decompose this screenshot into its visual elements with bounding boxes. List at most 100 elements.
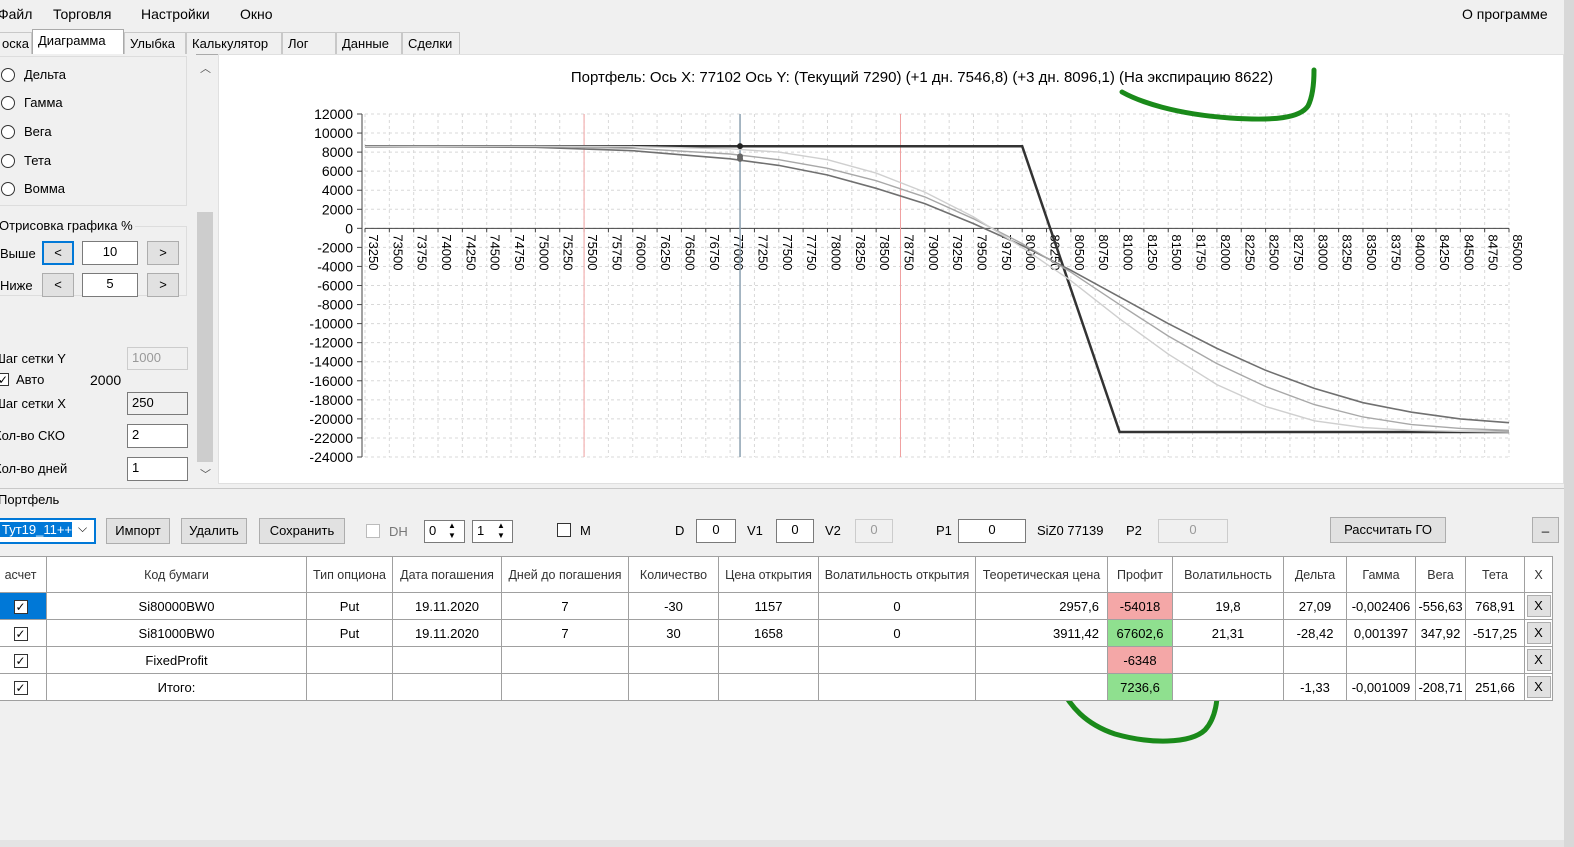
cell-profit[interactable]: -6348 xyxy=(1107,646,1173,674)
cell-price[interactable] xyxy=(718,673,819,701)
calc-checkbox-cell[interactable]: ✓ xyxy=(0,619,47,647)
radio-vega[interactable] xyxy=(1,125,15,139)
col-type[interactable]: Тип опциона xyxy=(306,556,393,593)
cell-qty[interactable] xyxy=(628,673,719,701)
save-button[interactable]: Сохранить xyxy=(259,518,345,544)
cell-delta[interactable]: -28,42 xyxy=(1283,619,1347,647)
d-input[interactable]: 0 xyxy=(696,519,736,543)
col-vega[interactable]: Вега xyxy=(1415,556,1466,593)
cell-theo[interactable]: 3911,42 xyxy=(975,619,1108,647)
auto-checkbox[interactable]: ✓ xyxy=(0,373,9,386)
radio-vomma[interactable] xyxy=(1,182,15,196)
remove-row-button[interactable]: X xyxy=(1526,595,1551,617)
col-theo[interactable]: Теоретическая цена xyxy=(975,556,1108,593)
calc-checkbox-cell[interactable]: ✓ xyxy=(0,646,47,674)
below-input[interactable]: 5 xyxy=(82,273,138,297)
scroll-down-icon[interactable]: ﹀ xyxy=(200,466,211,482)
cell-type[interactable] xyxy=(306,673,393,701)
above-increase-button[interactable]: > xyxy=(147,241,179,265)
cell-vol-open[interactable] xyxy=(818,646,976,674)
cell-vega[interactable] xyxy=(1415,646,1466,674)
left-scrollbar[interactable]: ︿ ﹀ xyxy=(196,58,214,484)
calc-checkbox[interactable]: ✓ xyxy=(13,599,28,614)
calc-checkbox[interactable]: ✓ xyxy=(13,653,28,668)
cell-gamma[interactable]: -0,001009 xyxy=(1346,673,1416,701)
cell-theta[interactable]: 251,66 xyxy=(1465,673,1525,701)
days-input[interactable]: 1 xyxy=(127,457,188,481)
cell-vol[interactable]: 19,8 xyxy=(1172,592,1284,620)
tab-diagram[interactable]: Диаграмма xyxy=(32,29,124,55)
cell-theta[interactable] xyxy=(1465,646,1525,674)
tab-doska[interactable]: оска xyxy=(0,32,32,54)
cell-gamma[interactable] xyxy=(1346,646,1416,674)
menu-settings[interactable]: Настройки xyxy=(141,6,210,22)
dh-checkbox[interactable] xyxy=(366,524,380,538)
radio-gamma[interactable] xyxy=(1,96,15,110)
cell-price[interactable]: 1157 xyxy=(718,592,819,620)
cell-days[interactable]: 7 xyxy=(501,592,629,620)
menu-window[interactable]: Окно xyxy=(240,6,273,22)
col-code[interactable]: Код бумаги xyxy=(46,556,307,593)
grid-x-input[interactable]: 250 xyxy=(127,392,188,415)
tab-smile[interactable]: Улыбка xyxy=(124,32,186,54)
spin1-input[interactable]: 0 xyxy=(424,520,465,543)
table-row[interactable]: ✓ Si80000BW0 Put 19.11.2020 7 -30 1157 0 2957,6-… xyxy=(0,592,1553,620)
cell-vega[interactable]: 347,92 xyxy=(1415,619,1466,647)
cell-vega[interactable]: -208,71 xyxy=(1415,673,1466,701)
spin2-arrows-icon[interactable]: ▲ ▼ xyxy=(497,521,505,541)
p2-input[interactable]: 0 xyxy=(1158,519,1228,543)
below-increase-button[interactable]: > xyxy=(147,273,179,297)
col-delta[interactable]: Дельта xyxy=(1283,556,1347,593)
cell-type[interactable]: Put xyxy=(306,592,393,620)
cell-code[interactable]: Si81000BW0 xyxy=(46,619,307,647)
col-qty[interactable]: Количество xyxy=(628,556,719,593)
spin2-input[interactable]: 1 xyxy=(472,520,513,543)
cell-date[interactable] xyxy=(392,646,502,674)
cell-vol-open[interactable]: 0 xyxy=(818,592,976,620)
cell-theta[interactable]: -517,25 xyxy=(1465,619,1525,647)
v1-input[interactable]: 0 xyxy=(776,519,814,543)
tab-calculator[interactable]: Калькулятор xyxy=(186,32,282,54)
cell-theo[interactable] xyxy=(975,673,1108,701)
col-vol-open[interactable]: Волатильность открытия xyxy=(818,556,976,593)
cell-vol[interactable]: 21,31 xyxy=(1172,619,1284,647)
below-decrease-button[interactable]: < xyxy=(42,273,74,297)
cell-price[interactable]: 1658 xyxy=(718,619,819,647)
cell-profit[interactable]: 67602,6 xyxy=(1107,619,1173,647)
cell-type[interactable] xyxy=(306,646,393,674)
grid-y-input[interactable]: 1000 xyxy=(127,347,188,370)
remove-row-button[interactable]: X xyxy=(1526,676,1551,698)
sko-input[interactable]: 2 xyxy=(127,424,188,448)
col-x[interactable]: X xyxy=(1524,556,1553,593)
cell-delta[interactable]: 27,09 xyxy=(1283,592,1347,620)
calc-checkbox-cell[interactable]: ✓ xyxy=(0,673,47,701)
portfolio-select[interactable]: Тут19_11+++ ⌵ xyxy=(0,518,96,544)
cell-vega[interactable]: -556,63 xyxy=(1415,592,1466,620)
remove-row-button[interactable]: X xyxy=(1526,622,1551,644)
col-gamma[interactable]: Гамма xyxy=(1346,556,1416,593)
cell-profit[interactable]: 7236,6 xyxy=(1107,673,1173,701)
calc-checkbox[interactable]: ✓ xyxy=(13,680,28,695)
above-decrease-button[interactable]: < xyxy=(42,241,74,265)
spin1-arrows-icon[interactable]: ▲ ▼ xyxy=(448,521,456,541)
cell-vol[interactable] xyxy=(1172,646,1284,674)
calc-checkbox[interactable]: ✓ xyxy=(13,626,28,641)
cell-theo[interactable]: 2957,6 xyxy=(975,592,1108,620)
col-profit[interactable]: Профит xyxy=(1107,556,1173,593)
tab-deals[interactable]: Сделки xyxy=(402,32,460,54)
table-row[interactable]: ✓ Si81000BW0 Put 19.11.2020 7 30 1658 0 3911,42 6… xyxy=(0,619,1553,647)
cell-qty[interactable]: -30 xyxy=(628,592,719,620)
cell-qty[interactable]: 30 xyxy=(628,619,719,647)
scroll-thumb[interactable] xyxy=(197,212,213,462)
cell-days[interactable]: 7 xyxy=(501,619,629,647)
cell-days[interactable] xyxy=(501,673,629,701)
table-row[interactable]: ✓ FixedProfit -6348 X xyxy=(0,646,1553,674)
cell-date[interactable] xyxy=(392,673,502,701)
col-price[interactable]: Цена открытия xyxy=(718,556,819,593)
menu-file[interactable]: Файл xyxy=(0,6,32,22)
cell-vol-open[interactable] xyxy=(818,673,976,701)
col-calc[interactable]: асчет xyxy=(0,556,47,593)
delete-button[interactable]: Удалить xyxy=(181,518,247,544)
cell-price[interactable] xyxy=(718,646,819,674)
cell-theta[interactable]: 768,91 xyxy=(1465,592,1525,620)
